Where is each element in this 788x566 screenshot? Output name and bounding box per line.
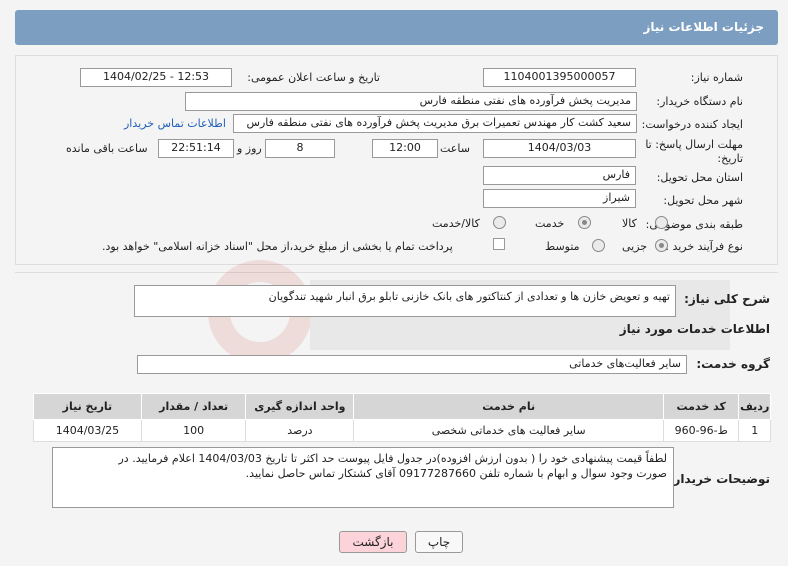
cell-unit: درصد: [245, 419, 355, 442]
buyer-contact-link[interactable]: اطلاعات تماس خریدار: [124, 117, 226, 130]
treasury-payment-note: پرداخت تمام یا بخشی از مبلغ خرید،از محل …: [102, 240, 453, 253]
cell-service-name: سایر فعالیت های خدماتی شخصی: [353, 419, 665, 442]
category-radio-goods-service[interactable]: [493, 216, 506, 229]
category-radio-goods[interactable]: [655, 216, 668, 229]
announce-label: تاریخ و ساعت اعلان عمومی:: [247, 71, 380, 84]
col-unit: واحد اندازه گیری: [245, 393, 355, 420]
announce-datetime-field[interactable]: 1404/02/25 - 12:53: [80, 68, 232, 87]
page-title: جزئیات اطلاعات نیاز: [643, 20, 764, 34]
deadline-time-label: ساعت: [440, 142, 470, 155]
col-service-code: کد خدمت: [663, 393, 740, 420]
panel-header: جزئیات اطلاعات نیاز: [15, 10, 778, 45]
process-radio-minor[interactable]: [655, 239, 668, 252]
buyer-org-field[interactable]: مدیریت پخش فرآورده های نفتی منطقه فارس: [185, 92, 637, 111]
province-label: استان محل تحویل:: [656, 171, 743, 184]
col-need-date: تاریخ نیاز: [33, 393, 142, 420]
service-group-label: گروه خدمت:: [696, 357, 770, 371]
cell-service-code: ط-96-960: [663, 419, 740, 442]
deadline-label-2: تاریخ:: [717, 152, 743, 165]
deadline-date-field[interactable]: 1404/03/03: [483, 139, 636, 158]
buyer-notes-line-1: لطفاً قیمت پیشنهادی خود را ( بدون ارزش ا…: [118, 452, 668, 465]
deadline-time-field[interactable]: 12:00: [372, 139, 438, 158]
buyer-notes-label: توضیحات خریدار:: [668, 472, 770, 486]
city-label: شهر محل تحویل:: [663, 194, 743, 207]
services-table: ردیف کد خدمت نام خدمت واحد اندازه گیری ت…: [33, 393, 771, 442]
buyer-org-label: نام دستگاه خریدار:: [656, 95, 743, 108]
col-quantity: تعداد / مقدار: [140, 393, 247, 420]
buyer-notes-line-2: صورت وجود سوال و ابهام با شماره تلفن 091…: [245, 467, 667, 480]
remaining-time-label: ساعت باقی مانده: [66, 142, 148, 155]
divider: [15, 272, 778, 273]
table-row: 1 ط-96-960 سایر فعالیت های خدماتی شخصی د…: [33, 419, 771, 442]
creator-label: ایجاد کننده درخواست:: [641, 118, 743, 131]
cell-need-date: 1404/03/25: [33, 419, 142, 442]
summary-label: شرح کلی نیاز:: [684, 292, 770, 306]
treasury-payment-checkbox[interactable]: [493, 238, 505, 250]
summary-textarea[interactable]: تهیه و تعویض خازن ها و تعدادی از کنتاکتو…: [134, 285, 676, 317]
category-option-goods: کالا: [622, 217, 637, 230]
need-number-label: شماره نیاز:: [690, 71, 743, 84]
col-row: ردیف: [738, 393, 771, 420]
col-service-name: نام خدمت: [353, 393, 665, 420]
process-radio-medium[interactable]: [592, 239, 605, 252]
deadline-label-1: مهلت ارسال پاسخ: تا: [645, 138, 743, 151]
print-button[interactable]: چاپ: [415, 531, 463, 553]
process-option-minor: جزیی: [622, 240, 648, 253]
category-radio-service[interactable]: [578, 216, 591, 229]
back-button[interactable]: بازگشت: [339, 531, 407, 553]
city-field[interactable]: شیراز: [483, 189, 636, 208]
services-section-title: اطلاعات خدمات مورد نیاز: [619, 322, 770, 336]
remaining-time-field[interactable]: 22:51:14: [158, 139, 234, 158]
services-table-header: ردیف کد خدمت نام خدمت واحد اندازه گیری ت…: [33, 393, 771, 420]
days-remaining-field[interactable]: 8: [265, 139, 335, 158]
cell-row: 1: [738, 419, 771, 442]
need-number-field[interactable]: 1104001395000057: [483, 68, 636, 87]
days-label: روز و: [237, 142, 262, 155]
cell-quantity: 100: [140, 419, 247, 442]
buyer-notes-textarea[interactable]: لطفاً قیمت پیشنهادی خود را ( بدون ارزش ا…: [52, 447, 674, 508]
province-field[interactable]: فارس: [483, 166, 636, 185]
service-group-field[interactable]: سایر فعالیت‌های خدماتی: [137, 355, 687, 374]
category-option-goods-service: کالا/خدمت: [432, 217, 480, 230]
creator-field[interactable]: سعید کشت کار مهندس تعمیرات برق مدیریت پخ…: [233, 114, 637, 133]
process-label: نوع فرآیند خرید :: [665, 240, 743, 253]
process-option-medium: متوسط: [545, 240, 580, 253]
category-option-service: خدمت: [535, 217, 565, 230]
